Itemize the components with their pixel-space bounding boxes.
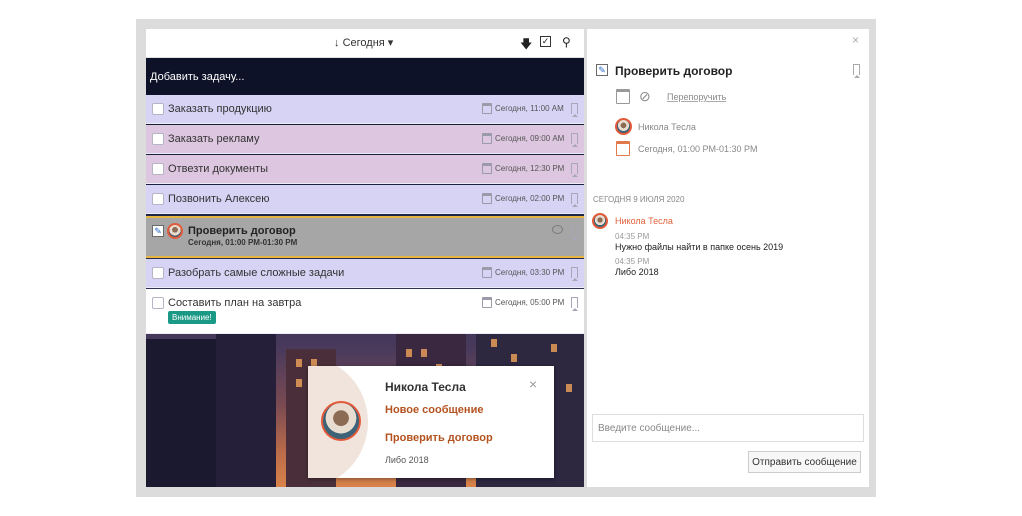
comment-time: 04:35 PM <box>615 232 650 241</box>
avatar <box>167 223 183 239</box>
notification-text: Либо 2018 <box>385 455 429 465</box>
notification-task-link[interactable]: Проверить договор <box>385 432 493 444</box>
calendar-icon <box>616 141 630 156</box>
sort-label: Сегодня <box>342 37 385 49</box>
search-icon[interactable]: ⚲ <box>562 35 571 49</box>
avatar <box>321 401 361 441</box>
task-detail-pane: × ✎ Проверить договор ⊘ Перепоручить Ник… <box>587 29 869 487</box>
task-title: Позвонить Алексею <box>168 193 270 205</box>
comment-text: Нужно файлы найти в папке осень 2019 <box>615 242 784 252</box>
calendar-icon <box>482 193 492 204</box>
close-icon[interactable]: × <box>529 376 537 392</box>
send-message-button[interactable]: Отправить сообщение <box>748 451 861 473</box>
task-checkbox[interactable] <box>152 163 164 175</box>
bookmark-icon[interactable] <box>571 297 578 311</box>
calendar-icon <box>482 297 492 308</box>
task-checkbox[interactable] <box>152 267 164 279</box>
notification-sender: Никола Тесла <box>385 380 466 394</box>
notification-message-label: Новое сообщение <box>385 404 484 416</box>
bookmark-icon[interactable] <box>571 163 578 177</box>
task-row[interactable]: Составить план на завтра Сегодня, 05:00 … <box>146 289 584 334</box>
detail-title: Проверить договор <box>615 64 733 78</box>
list-toolbar: ↓ Сегодня ▾ 🡇 ✓ ⚲ <box>146 29 584 58</box>
task-date: Сегодня, 03:30 PM <box>495 268 565 277</box>
task-title: Заказать рекламу <box>168 133 260 145</box>
comment-text: Либо 2018 <box>615 267 659 277</box>
task-date: Сегодня, 05:00 PM <box>495 298 565 307</box>
download-icon[interactable]: 🡇 <box>520 35 532 56</box>
calendar-icon <box>482 103 492 114</box>
task-row[interactable]: Заказать продукцию Сегодня, 11:00 AM <box>146 95 584 124</box>
task-date: Сегодня, 12:30 PM <box>495 164 565 173</box>
task-checkbox[interactable] <box>152 133 164 145</box>
add-task-input[interactable] <box>150 68 550 86</box>
wrench-icon: ✎ <box>152 225 164 237</box>
comment-time: 04:35 PM <box>615 257 650 266</box>
assignee-name: Никола Тесла <box>638 122 696 132</box>
sort-arrow-icon: ↓ <box>334 37 340 49</box>
task-row-selected[interactable]: ✎ Проверить договор Сегодня, 01:00 PM-01… <box>146 216 584 258</box>
task-title: Заказать продукцию <box>168 103 272 115</box>
bookmark-icon[interactable] <box>571 267 578 281</box>
day-separator: СЕГОДНЯ 9 ИЮЛЯ 2020 <box>593 195 685 204</box>
calendar-icon[interactable] <box>616 89 630 104</box>
avatar <box>592 213 608 229</box>
comment-icon[interactable] <box>552 225 563 234</box>
paperclip-icon[interactable]: ⊘ <box>639 88 651 105</box>
task-date: Сегодня, 02:00 PM <box>495 194 565 203</box>
check-icon[interactable]: ✓ <box>540 36 551 47</box>
bookmark-icon[interactable] <box>853 64 860 78</box>
task-row[interactable]: Позвонить Алексею Сегодня, 02:00 PM <box>146 185 584 214</box>
calendar-icon <box>482 267 492 278</box>
detail-time: Сегодня, 01:00 PM-01:30 PM <box>638 144 758 154</box>
task-row[interactable]: Разобрать самые сложные задачи Сегодня, … <box>146 259 584 288</box>
task-checkbox[interactable] <box>152 297 164 309</box>
calendar-icon <box>482 163 492 174</box>
notification-toast[interactable]: Никола Тесла × Новое сообщение Проверить… <box>308 366 554 478</box>
avatar <box>615 118 632 135</box>
chevron-down-icon: ▾ <box>387 37 394 49</box>
task-title: Разобрать самые сложные задачи <box>168 267 345 279</box>
reassign-link[interactable]: Перепоручить <box>667 92 726 102</box>
close-icon[interactable]: × <box>852 33 859 47</box>
bookmark-icon[interactable] <box>571 133 578 147</box>
task-checkbox[interactable] <box>152 193 164 205</box>
task-title: Составить план на завтра <box>168 297 302 309</box>
comment-author: Никола Тесла <box>615 216 673 226</box>
task-title: Проверить договор <box>188 225 296 237</box>
wrench-icon: ✎ <box>596 64 608 76</box>
bookmark-icon[interactable] <box>571 193 578 207</box>
task-title: Отвезти документы <box>168 163 269 175</box>
status-badge: Внимание! <box>168 311 216 324</box>
message-input[interactable] <box>592 414 864 442</box>
task-row[interactable]: Заказать рекламу Сегодня, 09:00 AM <box>146 125 584 154</box>
task-row[interactable]: Отвезти документы Сегодня, 12:30 PM <box>146 155 584 184</box>
task-date: Сегодня, 01:00 PM-01:30 PM <box>188 238 298 247</box>
calendar-icon <box>482 133 492 144</box>
add-task-bar <box>146 58 584 95</box>
task-checkbox[interactable] <box>152 103 164 115</box>
task-date: Сегодня, 09:00 AM <box>495 134 565 143</box>
sort-dropdown[interactable]: ↓ Сегодня ▾ <box>334 36 393 49</box>
task-date: Сегодня, 11:00 AM <box>495 104 564 113</box>
bookmark-icon[interactable] <box>571 103 578 117</box>
bookmark-icon[interactable] <box>571 226 578 240</box>
